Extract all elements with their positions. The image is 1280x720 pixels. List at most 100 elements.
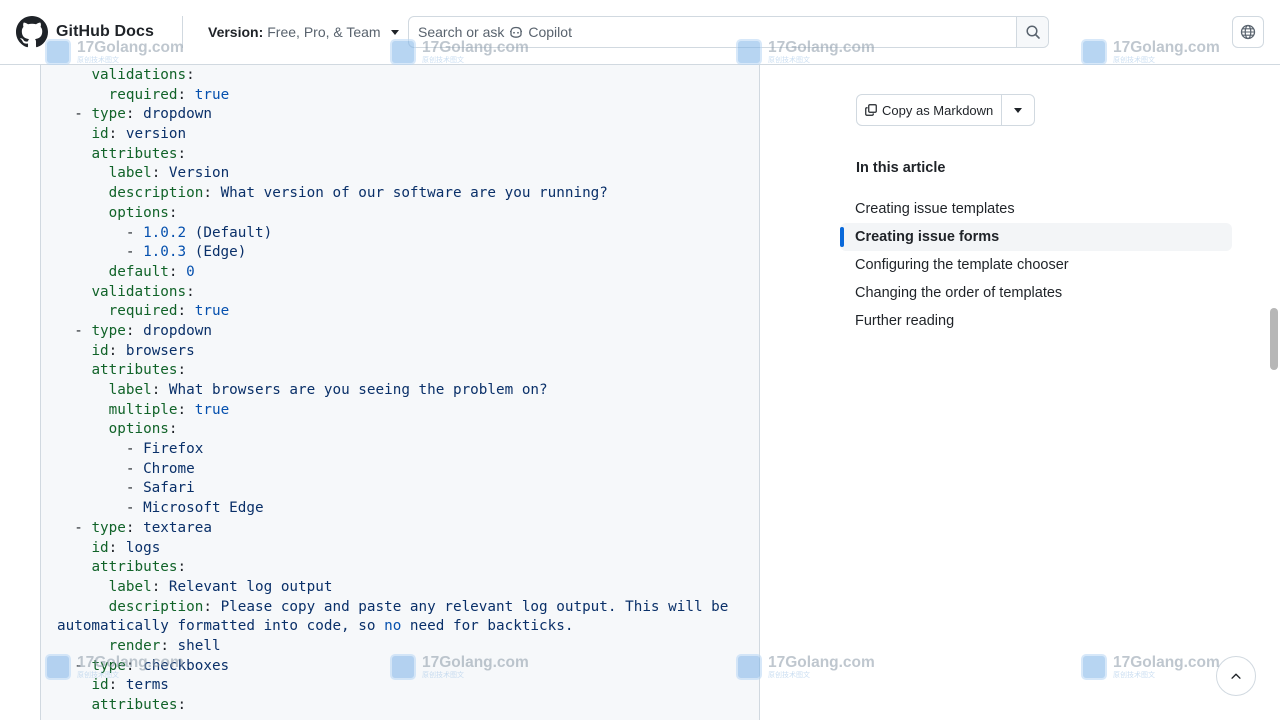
copy-options-dropdown[interactable] (1002, 95, 1034, 125)
toc-item-changing-order-of-templates[interactable]: Changing the order of templates (840, 279, 1232, 307)
code-token: : (125, 657, 144, 674)
code-token: version (125, 126, 187, 143)
github-logo-icon[interactable] (16, 16, 48, 48)
code-line: id: version (57, 125, 728, 145)
toc-item-further-reading[interactable]: Further reading (840, 307, 1232, 335)
code-token: : (108, 539, 126, 556)
chevron-down-icon (1014, 107, 1023, 113)
code-token: no (384, 618, 402, 635)
code-line: required: true (57, 86, 728, 106)
code-token: options (108, 421, 169, 438)
copy-icon (865, 104, 877, 116)
code-line: default: 0 (57, 263, 728, 283)
code-token: 0 (186, 263, 195, 280)
watermark-sub: 原创技术图文 (768, 672, 810, 679)
version-label: Version: (208, 24, 264, 40)
code-token: multiple (108, 401, 178, 418)
code-token: true (194, 303, 230, 320)
code-token: options (108, 204, 169, 221)
version-picker[interactable]: Version: Free, Pro, & Team (208, 24, 399, 40)
code-token: validations (91, 67, 187, 83)
code-token: - (57, 460, 144, 477)
code-line: id: logs (57, 539, 728, 559)
code-token: type (91, 106, 126, 123)
code-token: label (108, 578, 152, 595)
code-token: : (203, 598, 221, 615)
code-token: : (177, 303, 195, 320)
toc-heading: In this article (856, 160, 946, 176)
copilot-icon (510, 26, 523, 38)
code-token: : (177, 362, 187, 379)
watermark-text: 17Golang.com (1113, 654, 1220, 671)
code-token: dropdown (143, 106, 212, 123)
watermark: 17Golang.com 原创技术图文 (1081, 654, 1220, 680)
code-token: true (194, 86, 230, 103)
code-line: - type: checkboxes (57, 657, 728, 677)
toc-item-configuring-template-chooser[interactable]: Configuring the template chooser (840, 251, 1232, 279)
code-token: label (108, 165, 152, 182)
code-token: - (57, 657, 92, 674)
toc-item-creating-issue-forms[interactable]: Creating issue forms (840, 223, 1232, 251)
brand-title[interactable]: GitHub Docs (56, 23, 154, 41)
code-token: : (151, 578, 169, 595)
code-token: validations (91, 283, 187, 300)
code-line: attributes: (57, 696, 728, 716)
code-line: multiple: true (57, 401, 728, 421)
code-token: logs (125, 539, 161, 556)
code-token: Please copy and paste any relevant log o… (220, 598, 729, 615)
code-token: dropdown (143, 322, 212, 339)
code-token: type (91, 322, 126, 339)
search-button[interactable] (1016, 17, 1048, 47)
search-placeholder-text: Search or ask (418, 24, 505, 40)
header-divider (182, 16, 183, 48)
code-line: label: Version (57, 164, 728, 184)
toc-item-creating-issue-templates[interactable]: Creating issue templates (840, 195, 1232, 223)
language-button[interactable] (1232, 16, 1264, 48)
code-token: attributes (91, 145, 178, 162)
code-token: : (160, 637, 178, 654)
watermark-sub: 原创技术图文 (1113, 672, 1155, 679)
code-content: validations: required: true - type: drop… (57, 66, 728, 716)
copy-markdown-button[interactable]: Copy as Markdown (857, 95, 1003, 125)
scroll-to-top-button[interactable] (1216, 656, 1256, 696)
code-line: attributes: (57, 361, 728, 381)
search-copilot-label: Copilot (528, 24, 572, 40)
code-token: Microsoft Edge (143, 500, 264, 517)
code-token: - (57, 224, 144, 241)
code-token: What browsers are you seeing the problem… (168, 382, 548, 398)
code-token: textarea (143, 519, 212, 536)
code-token: : (168, 421, 178, 438)
globe-icon (1240, 24, 1256, 40)
code-token: Safari (143, 480, 195, 497)
code-line: render: shell (57, 637, 728, 657)
code-token: Firefox (143, 441, 204, 458)
code-token: id (91, 126, 109, 143)
search-icon (1025, 25, 1040, 39)
code-token: : (108, 342, 126, 359)
code-token: : (177, 86, 195, 103)
search-placeholder: Search or ask Copilot (418, 24, 1016, 40)
code-token: : (108, 126, 126, 143)
code-token: attributes (91, 697, 178, 713)
code-token: required (108, 303, 178, 320)
watermark-text: 17Golang.com (768, 654, 875, 671)
code-token: attributes (91, 362, 178, 379)
code-token: terms (125, 677, 169, 694)
code-line: options: (57, 204, 728, 224)
code-token: true (194, 401, 230, 418)
search-input[interactable]: Search or ask Copilot (408, 16, 1049, 48)
code-token: type (91, 519, 126, 536)
page-scrollbar[interactable] (1270, 308, 1278, 370)
code-token: description (108, 598, 204, 615)
copy-markdown-group: Copy as Markdown (856, 94, 1036, 126)
